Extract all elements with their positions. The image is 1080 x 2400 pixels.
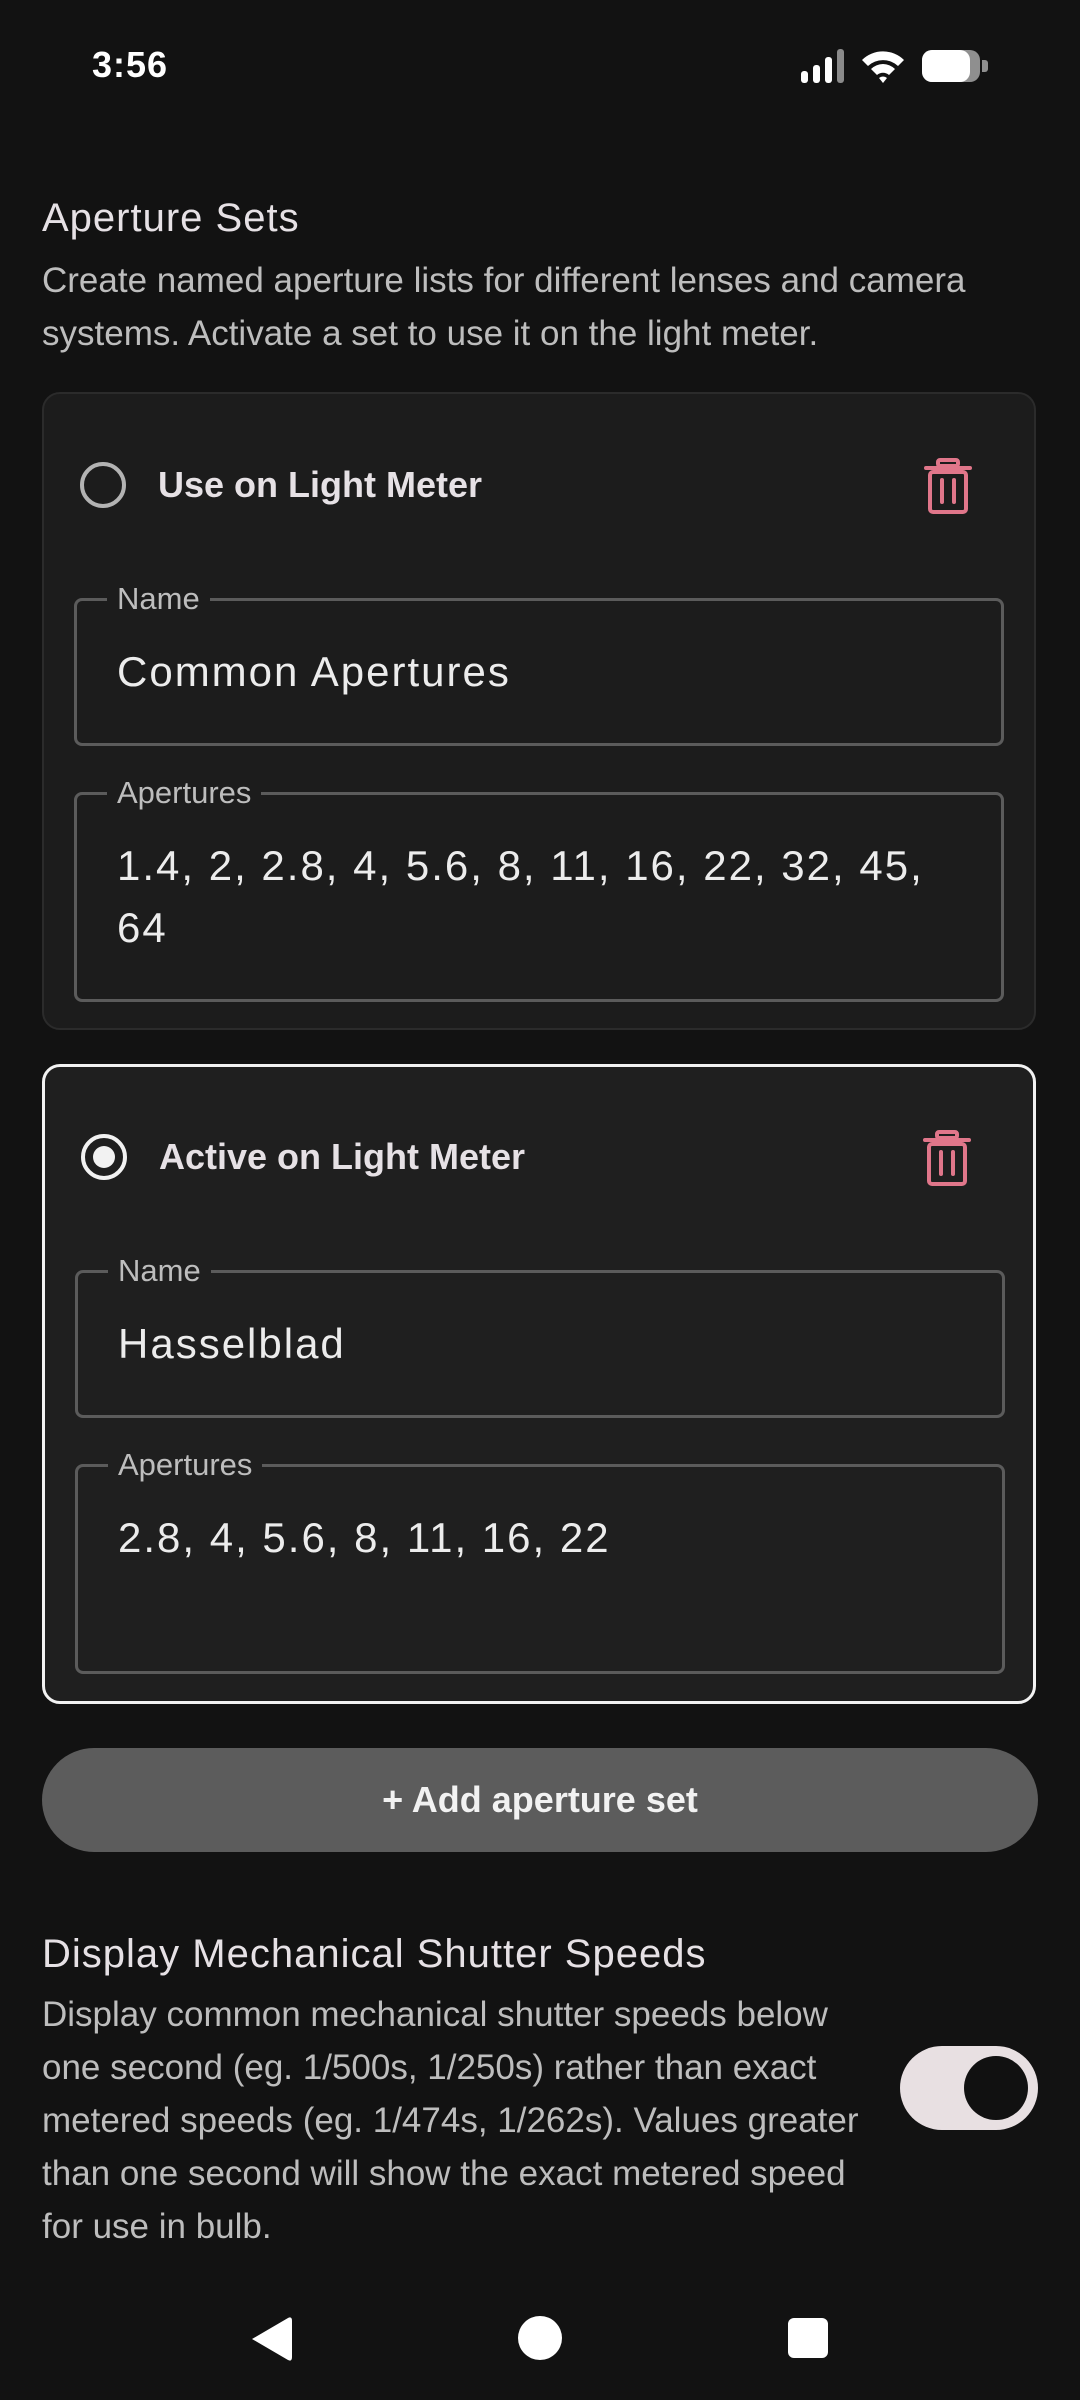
apertures-field-label: Apertures bbox=[107, 775, 262, 811]
name-field-label: Name bbox=[108, 1253, 211, 1289]
battery-icon bbox=[922, 50, 988, 82]
add-aperture-set-button[interactable]: + Add aperture set bbox=[42, 1748, 1038, 1852]
aperture-sets-description: Create named aperture lists for differen… bbox=[42, 261, 966, 353]
use-on-light-meter-radio[interactable] bbox=[80, 462, 126, 508]
trash-icon[interactable] bbox=[924, 458, 972, 514]
wifi-icon bbox=[862, 51, 904, 83]
active-on-light-meter-radio[interactable] bbox=[81, 1134, 127, 1180]
name-field[interactable]: Name Common Apertures bbox=[74, 581, 1004, 746]
status-icons bbox=[801, 48, 988, 84]
apertures-field-label: Apertures bbox=[108, 1447, 263, 1483]
apertures-field[interactable]: Apertures 1.4, 2, 2.8, 4, 5.6, 8, 11, 16… bbox=[74, 775, 1004, 1002]
mechanical-shutter-toggle[interactable] bbox=[900, 2046, 1038, 2130]
home-circle-icon[interactable] bbox=[518, 2316, 562, 2360]
name-field[interactable]: Name Hasselblad bbox=[75, 1253, 1005, 1418]
shutter-setting-description: Display common mechanical shutter speeds… bbox=[42, 1995, 859, 2246]
name-field-label: Name bbox=[107, 581, 210, 617]
status-bar: 3:56 bbox=[0, 0, 1080, 130]
radio-label: Use on Light Meter bbox=[158, 464, 483, 505]
aperture-set-card-active: Active on Light Meter Name Hasselblad Ap… bbox=[42, 1064, 1036, 1704]
radio-label: Active on Light Meter bbox=[159, 1136, 526, 1177]
back-triangle-icon[interactable] bbox=[246, 2314, 294, 2364]
name-field-value: Common Apertures bbox=[117, 648, 511, 695]
toggle-knob bbox=[964, 2056, 1028, 2120]
navigation-bar bbox=[0, 2290, 1080, 2400]
settings-screen: 3:56 Aperture Sets Create named aperture… bbox=[0, 0, 1080, 2400]
apertures-field-value: 2.8, 4, 5.6, 8, 11, 16, 22 bbox=[118, 1514, 611, 1561]
apertures-field[interactable]: Apertures 2.8, 4, 5.6, 8, 11, 16, 22 bbox=[75, 1447, 1005, 1674]
apertures-field-value: 1.4, 2, 2.8, 4, 5.6, 8, 11, 16, 22, 32, … bbox=[117, 842, 924, 951]
shutter-setting-title: Display Mechanical Shutter Speeds bbox=[42, 1932, 707, 1976]
trash-icon[interactable] bbox=[923, 1130, 971, 1186]
status-time: 3:56 bbox=[92, 44, 169, 85]
name-field-value: Hasselblad bbox=[118, 1320, 346, 1367]
aperture-sets-title: Aperture Sets bbox=[42, 196, 300, 240]
cellular-signal-icon bbox=[801, 49, 844, 83]
recents-square-icon[interactable] bbox=[788, 2318, 828, 2358]
aperture-set-card: Use on Light Meter Name Common Apertures… bbox=[42, 392, 1036, 1030]
